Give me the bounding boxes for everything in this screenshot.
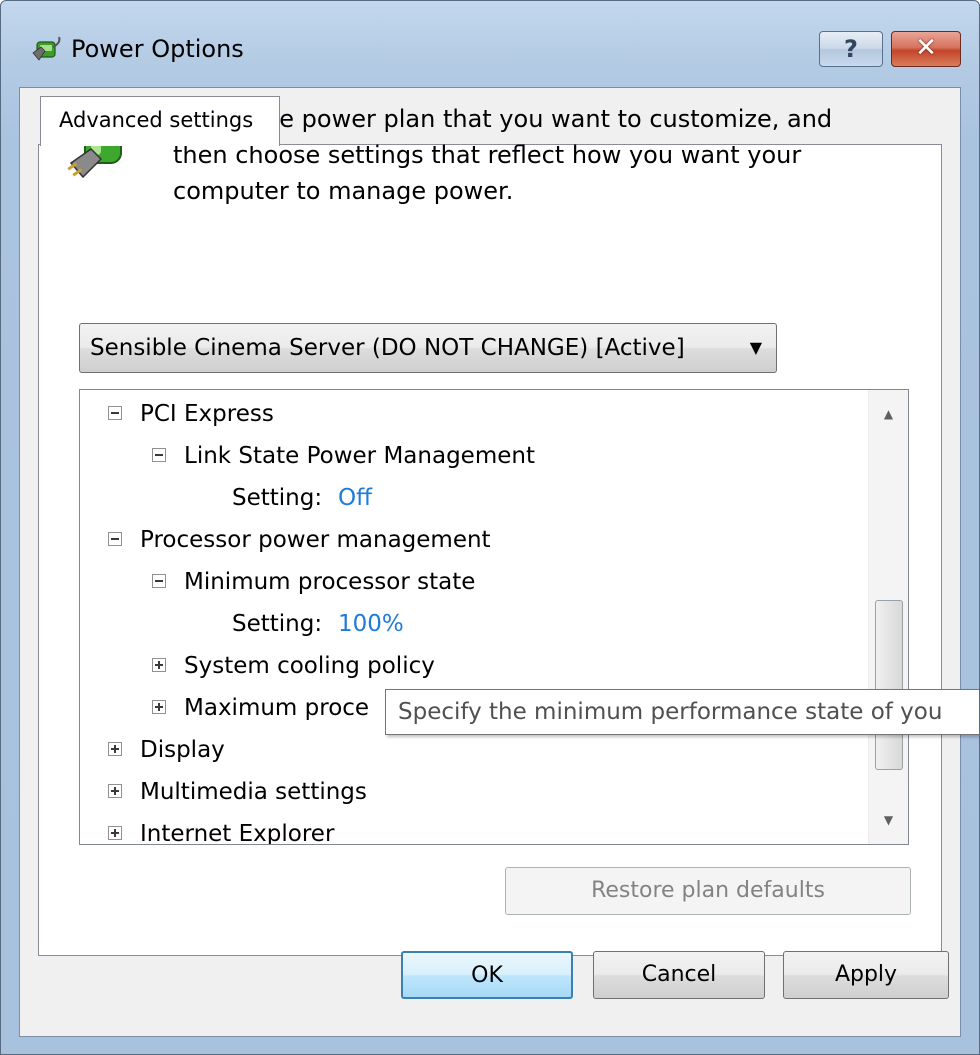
tree-item-label: Internet Explorer — [140, 821, 335, 845]
setting-value[interactable]: 100% — [338, 604, 404, 644]
tree-item-label: System cooling policy — [184, 653, 435, 679]
restore-plan-defaults-button[interactable]: Restore plan defaults — [505, 867, 911, 915]
power-options-window: Power Options ? ✕ Advanced settings Sele… — [0, 0, 980, 1055]
tree-item-label: Processor power management — [140, 527, 491, 553]
expand-icon[interactable] — [152, 700, 166, 714]
expand-icon[interactable] — [108, 826, 122, 840]
apply-button[interactable]: Apply — [783, 951, 949, 999]
close-icon: ✕ — [915, 33, 937, 63]
help-icon: ? — [844, 35, 858, 63]
scroll-down-arrow-icon[interactable]: ▼ — [869, 800, 908, 840]
tree-item-label: Multimedia settings — [140, 779, 367, 805]
collapse-icon[interactable] — [152, 448, 166, 462]
setting-label: Setting: — [232, 611, 323, 637]
chevron-down-icon: ▼ — [749, 338, 762, 357]
tree-item-label: Minimum processor state — [184, 569, 476, 595]
window-title: Power Options — [71, 35, 244, 63]
title-bar[interactable]: Power Options ? ✕ — [1, 1, 979, 87]
power-options-icon — [32, 36, 61, 61]
expand-icon[interactable] — [152, 658, 166, 672]
tree-item-label: PCI Express — [140, 401, 274, 427]
power-plan-dropdown[interactable]: Sensible Cinema Server (DO NOT CHANGE) [… — [79, 323, 777, 373]
collapse-icon[interactable] — [152, 574, 166, 588]
help-button[interactable]: ? — [819, 31, 883, 67]
expand-icon[interactable] — [108, 742, 122, 756]
tab-advanced-settings[interactable]: Advanced settings — [40, 96, 280, 146]
settings-tree[interactable]: PCI Express Link State Power Management … — [79, 389, 909, 845]
ok-button[interactable]: OK — [401, 951, 573, 999]
vertical-scrollbar[interactable]: ▲ ▼ — [868, 390, 908, 844]
close-button[interactable]: ✕ — [891, 31, 961, 67]
setting-label: Setting: — [232, 485, 323, 511]
selected-plan: Sensible Cinema Server (DO NOT CHANGE) [… — [90, 335, 685, 361]
tree-item-label: Link State Power Management — [184, 443, 535, 469]
cancel-button[interactable]: Cancel — [593, 951, 765, 999]
tree-item-label: Display — [140, 737, 225, 763]
collapse-icon[interactable] — [108, 532, 122, 546]
collapse-icon[interactable] — [108, 406, 122, 420]
scrollbar-thumb[interactable] — [875, 600, 903, 770]
setting-value[interactable]: Off — [338, 478, 372, 518]
tooltip: Specify the minimum performance state of… — [385, 689, 979, 735]
expand-icon[interactable] — [108, 784, 122, 798]
scroll-up-arrow-icon[interactable]: ▲ — [869, 394, 908, 434]
tree-item-label: Maximum proce — [184, 695, 370, 721]
